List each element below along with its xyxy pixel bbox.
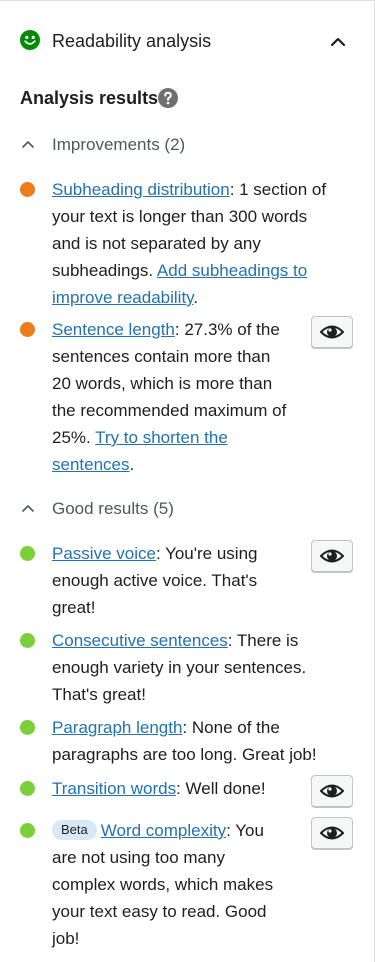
analysis-results-heading: Analysis results xyxy=(20,88,159,108)
good-bullet-icon xyxy=(20,781,35,796)
problem-bullet-icon xyxy=(20,322,35,337)
result-description: : You are not using too many complex wor… xyxy=(52,821,274,948)
highlight-button[interactable] xyxy=(311,817,353,849)
problem-bullet-icon xyxy=(20,182,35,197)
paragraph-length-link[interactable]: Paragraph length xyxy=(52,718,182,737)
good-bullet-icon xyxy=(20,823,35,838)
eye-icon xyxy=(320,549,344,563)
eye-icon xyxy=(320,784,344,798)
sentence-length-link[interactable]: Sentence length xyxy=(52,320,175,339)
chevron-up-icon xyxy=(22,505,34,512)
improvements-group-label: Improvements (2) xyxy=(52,135,186,154)
good-results-group-toggle[interactable]: Good results (5) xyxy=(18,497,218,521)
good-results-group-label: Good results (5) xyxy=(52,499,174,518)
good-bullet-icon xyxy=(20,546,35,561)
highlight-button[interactable] xyxy=(311,540,353,572)
smiley-icon xyxy=(20,30,40,50)
eye-icon xyxy=(320,826,344,840)
good-bullet-icon xyxy=(20,633,35,648)
good-bullet-icon xyxy=(20,720,35,735)
chevron-up-icon[interactable] xyxy=(326,30,350,54)
result-end: . xyxy=(129,455,135,474)
consecutive-sentences-link[interactable]: Consecutive sentences xyxy=(52,631,228,650)
passive-voice-link[interactable]: Passive voice xyxy=(52,544,156,563)
highlight-button[interactable] xyxy=(311,316,353,348)
beta-badge: Beta xyxy=(52,820,97,840)
chevron-up-icon xyxy=(22,141,34,148)
highlight-button[interactable] xyxy=(311,775,353,807)
transition-words-link[interactable]: Transition words xyxy=(52,779,176,798)
improvements-group-toggle[interactable]: Improvements (2) xyxy=(18,133,218,157)
panel-title: Readability analysis xyxy=(52,31,212,51)
eye-icon xyxy=(320,325,344,339)
word-complexity-link[interactable]: Word complexity xyxy=(101,821,226,840)
question-mark-icon[interactable] xyxy=(158,88,178,108)
top-divider xyxy=(0,0,375,1)
result-description: : Well done! xyxy=(176,779,266,798)
result-end: . xyxy=(193,288,199,307)
subheading-distribution-link[interactable]: Subheading distribution xyxy=(52,180,230,199)
readability-panel-toggle[interactable]: Readability analysis xyxy=(0,18,375,66)
